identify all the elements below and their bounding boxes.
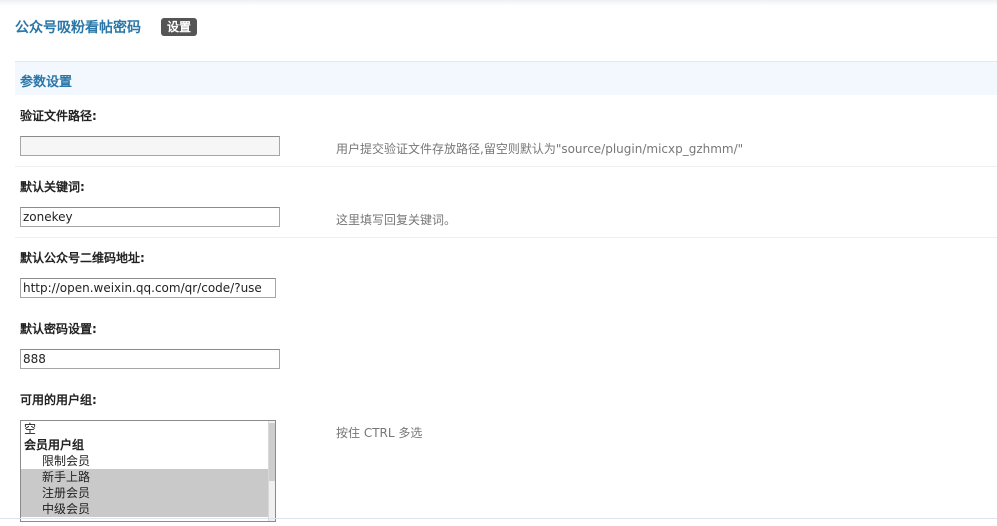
bottom-divider [0,518,997,519]
select-option-restricted[interactable]: 限制会员 [21,453,270,469]
user-groups-select[interactable]: 空 会员用户组 限制会员 新手上路 注册会员 中级会员 [20,420,276,522]
scrollbar-thumb[interactable] [269,423,275,481]
plugin-title: 公众号吸粉看帖密码 [15,20,141,36]
listbox-scrollbar[interactable] [268,421,275,521]
select-optgroup-members: 会员用户组 [24,438,85,452]
user-groups-hint: 按住 CTRL 多选 [336,426,423,440]
default-keyword-label: 默认关键词: [20,180,85,194]
select-option-empty[interactable]: 空 [21,421,270,437]
select-option-registered[interactable]: 注册会员 [21,485,270,501]
verify-path-hint: 用户提交验证文件存放路径,留空则默认为"source/plugin/micxp_… [336,142,744,156]
default-keyword-input[interactable] [20,207,280,227]
section-title: 参数设置 [20,75,73,90]
default-password-input[interactable] [20,349,280,369]
section-header: 参数设置 [15,61,997,95]
verify-path-input[interactable] [20,136,280,156]
user-groups-label: 可用的用户组: [20,393,97,407]
select-option-intermediate[interactable]: 中级会员 [21,501,270,517]
qrcode-url-input[interactable] [20,278,276,298]
row-divider [15,237,997,238]
qrcode-url-label: 默认公众号二维码地址: [20,251,145,265]
row-divider [15,166,997,167]
page-header: 公众号吸粉看帖密码 设置 [15,16,198,38]
tab-settings[interactable]: 设置 [161,18,198,36]
verify-path-label: 验证文件路径: [20,109,97,123]
top-gradient-bar [0,0,997,6]
select-option-newbie[interactable]: 新手上路 [21,469,270,485]
default-password-label: 默认密码设置: [20,322,97,336]
default-keyword-hint: 这里填写回复关键词。 [336,213,457,227]
